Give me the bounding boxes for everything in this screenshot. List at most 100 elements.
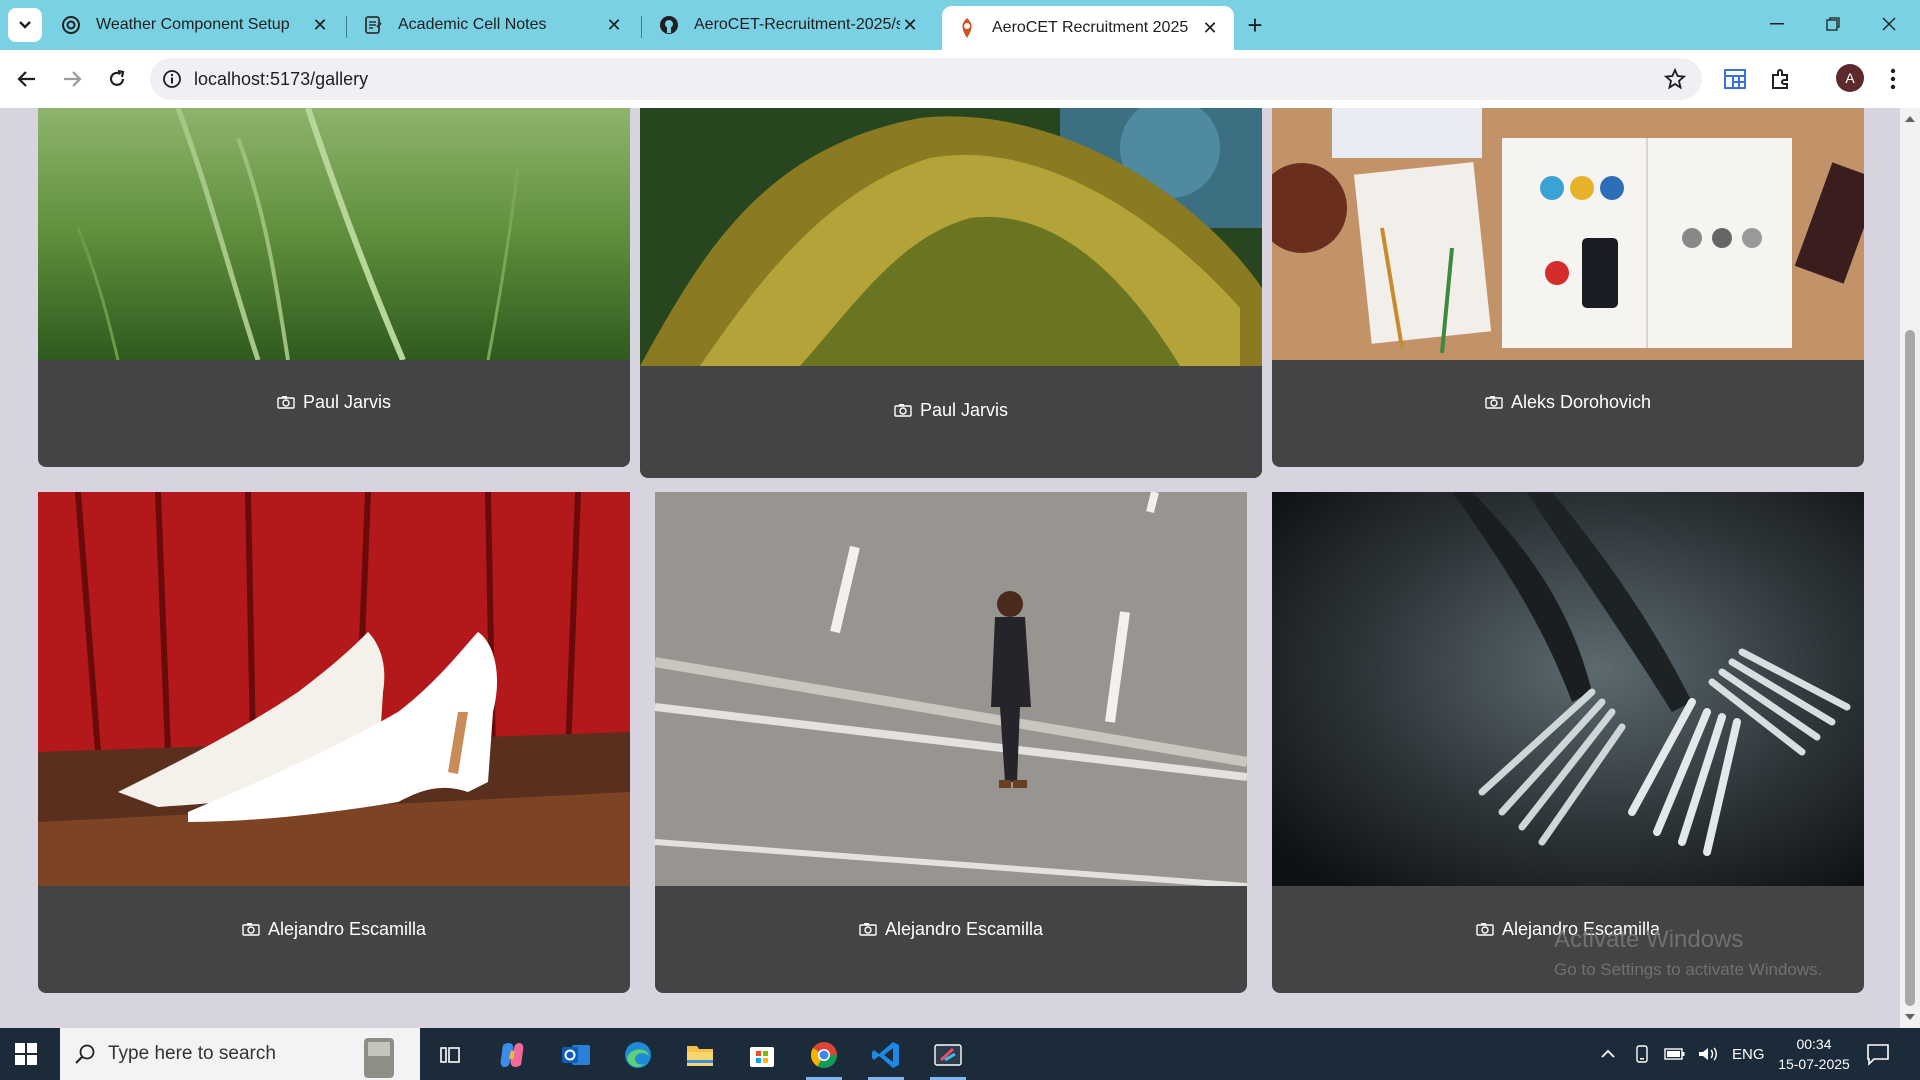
url-text[interactable]: localhost:5173/gallery [194, 69, 368, 90]
address-bar[interactable]: localhost:5173/gallery [150, 58, 1702, 100]
site-info-icon[interactable] [150, 69, 194, 89]
tab-title: Weather Component Setup [96, 16, 290, 33]
tab-title: AeroCET-Recruitment-2025/src [694, 16, 900, 33]
windows-start-icon[interactable] [14, 1042, 38, 1066]
photo-caption: Aleks Dorohovich [1272, 360, 1864, 444]
show-hidden-icons-chevron-icon[interactable] [1600, 1049, 1616, 1059]
forward-arrow-icon [64, 71, 82, 87]
watermark-title: Activate Windows [1554, 926, 1744, 953]
chrome-icon[interactable] [802, 1036, 846, 1080]
photo-author: Aleks Dorohovich [1510, 391, 1652, 412]
search-placeholder: Type here to search [108, 1043, 276, 1064]
task-view-icon[interactable] [428, 1036, 472, 1074]
watermark-subtitle: Go to Settings to activate Windows. [1554, 960, 1823, 979]
scroll-down-arrow-icon[interactable] [1904, 1012, 1916, 1022]
snipping-tool-icon[interactable] [926, 1036, 970, 1080]
tab-search-button[interactable] [8, 8, 42, 42]
tab-strip: Weather Component Setup ✕ Academic Cell … [0, 0, 1920, 50]
menu-kebab-icon[interactable] [1878, 64, 1908, 94]
tab-title: AeroCET Recruitment 2025 [992, 19, 1189, 36]
photo-author: Paul Jarvis [302, 391, 392, 412]
notes-icon [362, 14, 384, 36]
taskbar-clock[interactable]: 00:34 15-07-2025 [1778, 1034, 1850, 1074]
profile-avatar[interactable]: A [1836, 64, 1864, 92]
photo-author: Alejandro Escamilla [267, 918, 427, 939]
vscode-icon[interactable] [864, 1036, 908, 1080]
clock-time: 00:34 [1796, 1036, 1832, 1052]
microsoft-store-icon[interactable] [740, 1036, 784, 1074]
reload-icon [109, 69, 125, 86]
battery-icon[interactable] [1664, 1047, 1686, 1061]
scrollbar-thumb[interactable] [1905, 330, 1915, 1006]
camera-icon [1485, 396, 1503, 409]
volume-icon[interactable] [1698, 1046, 1718, 1062]
photo-caption: Alejandro Escamilla [38, 886, 630, 972]
tab-divider [346, 16, 347, 38]
gallery-page: Paul Jarvis Paul Jarvis Aleks Dorohovich… [0, 108, 1900, 1028]
close-tab-icon[interactable]: ✕ [604, 15, 624, 35]
scroll-up-arrow-icon[interactable] [1904, 114, 1916, 124]
browser-toolbar: localhost:5173/gallery A [0, 50, 1920, 108]
road-photo [655, 492, 1247, 886]
grass-photo [38, 108, 630, 360]
tab-title: Academic Cell Notes [398, 16, 547, 33]
edge-icon[interactable] [616, 1036, 660, 1074]
system-tray: ENG [1600, 1028, 1765, 1080]
camera-icon [277, 396, 295, 409]
page-scrollbar[interactable] [1900, 108, 1920, 1028]
notifications-icon[interactable] [1866, 1042, 1890, 1066]
windows-taskbar: Type here to search ENG 00:34 15-07-2025 [0, 1028, 1920, 1080]
github-icon [658, 14, 680, 36]
gallery-card[interactable]: Paul Jarvis [38, 108, 630, 467]
reload-button[interactable] [100, 62, 134, 96]
gallery-card[interactable]: Aleks Dorohovich [1272, 108, 1864, 467]
clock-date: 15-07-2025 [1778, 1056, 1850, 1072]
photo-author: Alejandro Escamilla [884, 918, 1044, 939]
aerocet-icon [956, 17, 978, 39]
copilot-icon[interactable] [490, 1036, 534, 1074]
tab-grid-icon[interactable] [1720, 64, 1750, 94]
camera-icon [1476, 923, 1494, 936]
desk-photo [1272, 108, 1864, 360]
tab-github[interactable]: AeroCET-Recruitment-2025/src ✕ [644, 6, 934, 44]
bookmark-star-icon[interactable] [1663, 67, 1687, 95]
search-icon [75, 1044, 95, 1064]
camera-icon [894, 404, 912, 417]
chevron-down-icon [19, 21, 31, 29]
gallery-card[interactable]: Paul Jarvis [640, 108, 1262, 478]
forward-button[interactable] [55, 62, 89, 96]
file-explorer-icon[interactable] [678, 1036, 722, 1074]
forks-photo [1272, 492, 1864, 886]
photo-caption: Alejandro Escamilla [655, 886, 1247, 972]
search-highlight-icon [364, 1038, 394, 1078]
openai-icon [60, 14, 82, 36]
camera-icon [859, 923, 877, 936]
tab-divider [641, 16, 642, 38]
photo-caption: Paul Jarvis [38, 360, 630, 444]
shoes-photo [38, 492, 630, 886]
gallery-card[interactable]: Alejandro Escamilla [1272, 492, 1864, 993]
close-window-button[interactable] [1866, 6, 1912, 42]
minimize-button[interactable] [1754, 6, 1800, 42]
camera-icon [242, 923, 260, 936]
back-arrow-icon [17, 71, 35, 87]
back-button[interactable] [10, 62, 44, 96]
tab-academic[interactable]: Academic Cell Notes ✕ [348, 6, 638, 44]
restore-button[interactable] [1810, 6, 1856, 42]
language-indicator[interactable]: ENG [1732, 1046, 1765, 1063]
moss-photo [640, 108, 1262, 366]
tab-aerocet[interactable]: AeroCET Recruitment 2025 ✕ [942, 6, 1234, 50]
tab-weather[interactable]: Weather Component Setup ✕ [46, 6, 344, 44]
outlook-icon[interactable] [554, 1036, 598, 1074]
close-tab-icon[interactable]: ✕ [1200, 18, 1220, 38]
taskbar-search[interactable]: Type here to search [60, 1028, 420, 1080]
close-tab-icon[interactable]: ✕ [310, 15, 330, 35]
extensions-icon[interactable] [1766, 64, 1796, 94]
new-tab-button[interactable]: + [1240, 10, 1270, 40]
gallery-card[interactable]: Alejandro Escamilla [38, 492, 630, 993]
gallery-card[interactable]: Alejandro Escamilla [655, 492, 1247, 993]
device-icon[interactable] [1634, 1045, 1650, 1063]
photo-caption: Paul Jarvis [640, 366, 1262, 454]
close-tab-icon[interactable]: ✕ [900, 15, 920, 35]
photo-author: Paul Jarvis [919, 399, 1009, 420]
